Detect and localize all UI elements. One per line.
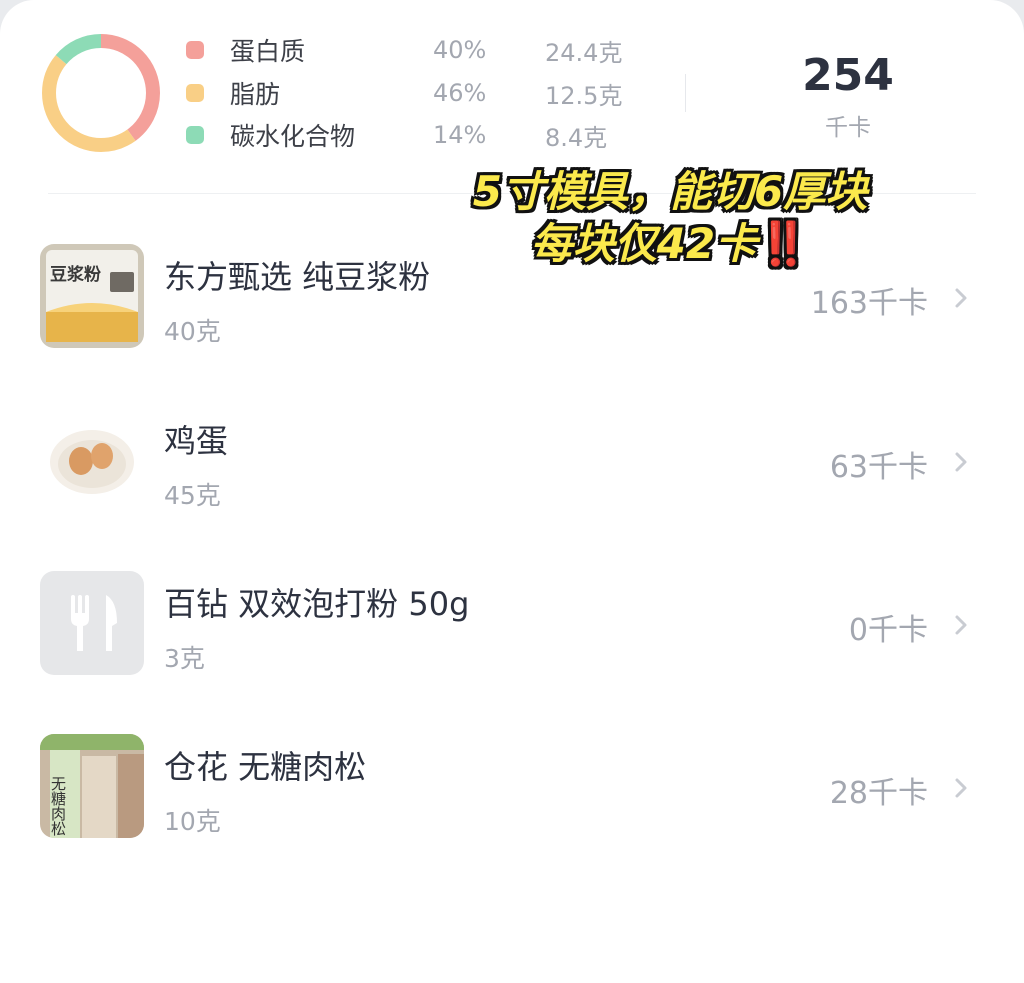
food-amount: 10克 <box>164 807 221 836</box>
fat-color-dot <box>186 84 204 102</box>
overlay-caption-line2: 每块仅42卡‼️ <box>430 218 910 270</box>
food-name: 仓花 无糖肉松 <box>164 748 367 786</box>
macro-grams-carbs: 8.4克 <box>545 123 608 152</box>
macro-percent-fat: 46% <box>433 79 487 107</box>
macro-row-protein: 蛋白质 40% 24.4克 <box>186 30 622 70</box>
macro-percent-carbs: 14% <box>433 121 487 149</box>
chevron-right-icon <box>955 452 967 472</box>
soy-milk-powder-thumbnail: 豆浆粉 <box>40 244 144 348</box>
food-kcal: 0千卡 <box>848 613 928 648</box>
food-amount: 45克 <box>164 481 221 510</box>
macro-name-protein: 蛋白质 <box>230 37 306 66</box>
chevron-right-icon <box>955 288 967 308</box>
meat-floss-package-label: 无糖肉松 <box>49 776 67 836</box>
food-kcal: 28千卡 <box>829 776 928 811</box>
macro-donut-chart <box>42 34 160 152</box>
soy-package-label: 豆浆粉 <box>50 264 101 285</box>
macro-grams-protein: 24.4克 <box>545 38 623 67</box>
food-item-meat-floss[interactable]: 无糖肉松 仓花 无糖肉松 10克 28千卡 <box>0 716 1024 856</box>
diet-summary-card: 蛋白质 40% 24.4克 脂肪 46% 12.5克 碳水化合物 14% 8.4… <box>0 0 1024 983</box>
food-kcal: 63千卡 <box>829 450 928 485</box>
total-kcal-value: 254 <box>802 50 894 101</box>
macro-name-fat: 脂肪 <box>230 80 281 109</box>
food-item-egg[interactable]: 鸡蛋 45克 63千卡 <box>0 390 1024 530</box>
chevron-right-icon <box>955 615 967 635</box>
overlay-caption: 5寸模具，能切6厚块 每块仅42卡‼️ <box>430 166 910 270</box>
macro-row-carbs: 碳水化合物 14% 8.4克 <box>186 115 607 155</box>
carbs-color-dot <box>186 126 204 144</box>
food-name: 鸡蛋 <box>164 422 229 460</box>
double-exclamation-icon: ‼️ <box>757 219 810 268</box>
macro-grams-fat: 12.5克 <box>545 81 623 110</box>
overlay-caption-line1: 5寸模具，能切6厚块 <box>472 167 868 216</box>
macro-percent-protein: 40% <box>433 36 487 64</box>
summary-divider <box>685 74 686 112</box>
food-kcal: 163千卡 <box>810 286 928 321</box>
fork-knife-placeholder-icon <box>40 571 144 675</box>
protein-color-dot <box>186 41 204 59</box>
macro-row-fat: 脂肪 46% 12.5克 <box>186 73 622 113</box>
chevron-right-icon <box>955 778 967 798</box>
egg-thumbnail <box>40 408 144 512</box>
food-item-baking-powder[interactable]: 百钻 双效泡打粉 50g 3克 0千卡 <box>0 553 1024 693</box>
overlay-caption-line2-text: 每块仅42卡 <box>530 219 758 268</box>
food-amount: 3克 <box>164 644 205 673</box>
food-name: 百钻 双效泡打粉 50g <box>164 585 470 623</box>
total-kcal-unit: 千卡 <box>825 115 871 141</box>
food-name: 东方甄选 纯豆浆粉 <box>164 258 431 296</box>
macro-name-carbs: 碳水化合物 <box>230 122 356 151</box>
meat-floss-thumbnail: 无糖肉松 <box>40 734 144 838</box>
food-amount: 40克 <box>164 317 221 346</box>
